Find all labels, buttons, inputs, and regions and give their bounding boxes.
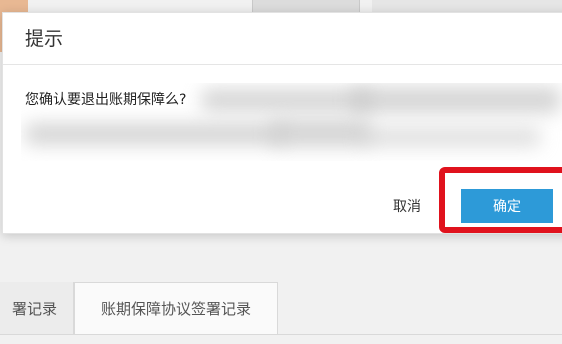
background-tab-bar: 署记录 账期保障协议签署记录 bbox=[0, 282, 562, 335]
confirm-dialog: 提示 您确认要退出账期保障么? 取消 确定 bbox=[2, 12, 562, 234]
dialog-title: 提示 bbox=[25, 28, 64, 50]
confirm-button[interactable]: 确定 bbox=[461, 189, 553, 223]
dialog-message: 您确认要退出账期保障么? bbox=[25, 92, 187, 108]
tab-signing-records-label: 署记录 bbox=[11, 299, 57, 318]
cancel-button[interactable]: 取消 bbox=[383, 193, 431, 219]
dialog-header: 提示 bbox=[3, 13, 562, 65]
tab-payment-guarantee-agreement-records-label: 账期保障协议签署记录 bbox=[100, 300, 251, 318]
tab-signing-records[interactable]: 署记录 bbox=[0, 282, 74, 334]
tab-payment-guarantee-agreement-records[interactable]: 账期保障协议签署记录 bbox=[74, 282, 278, 334]
